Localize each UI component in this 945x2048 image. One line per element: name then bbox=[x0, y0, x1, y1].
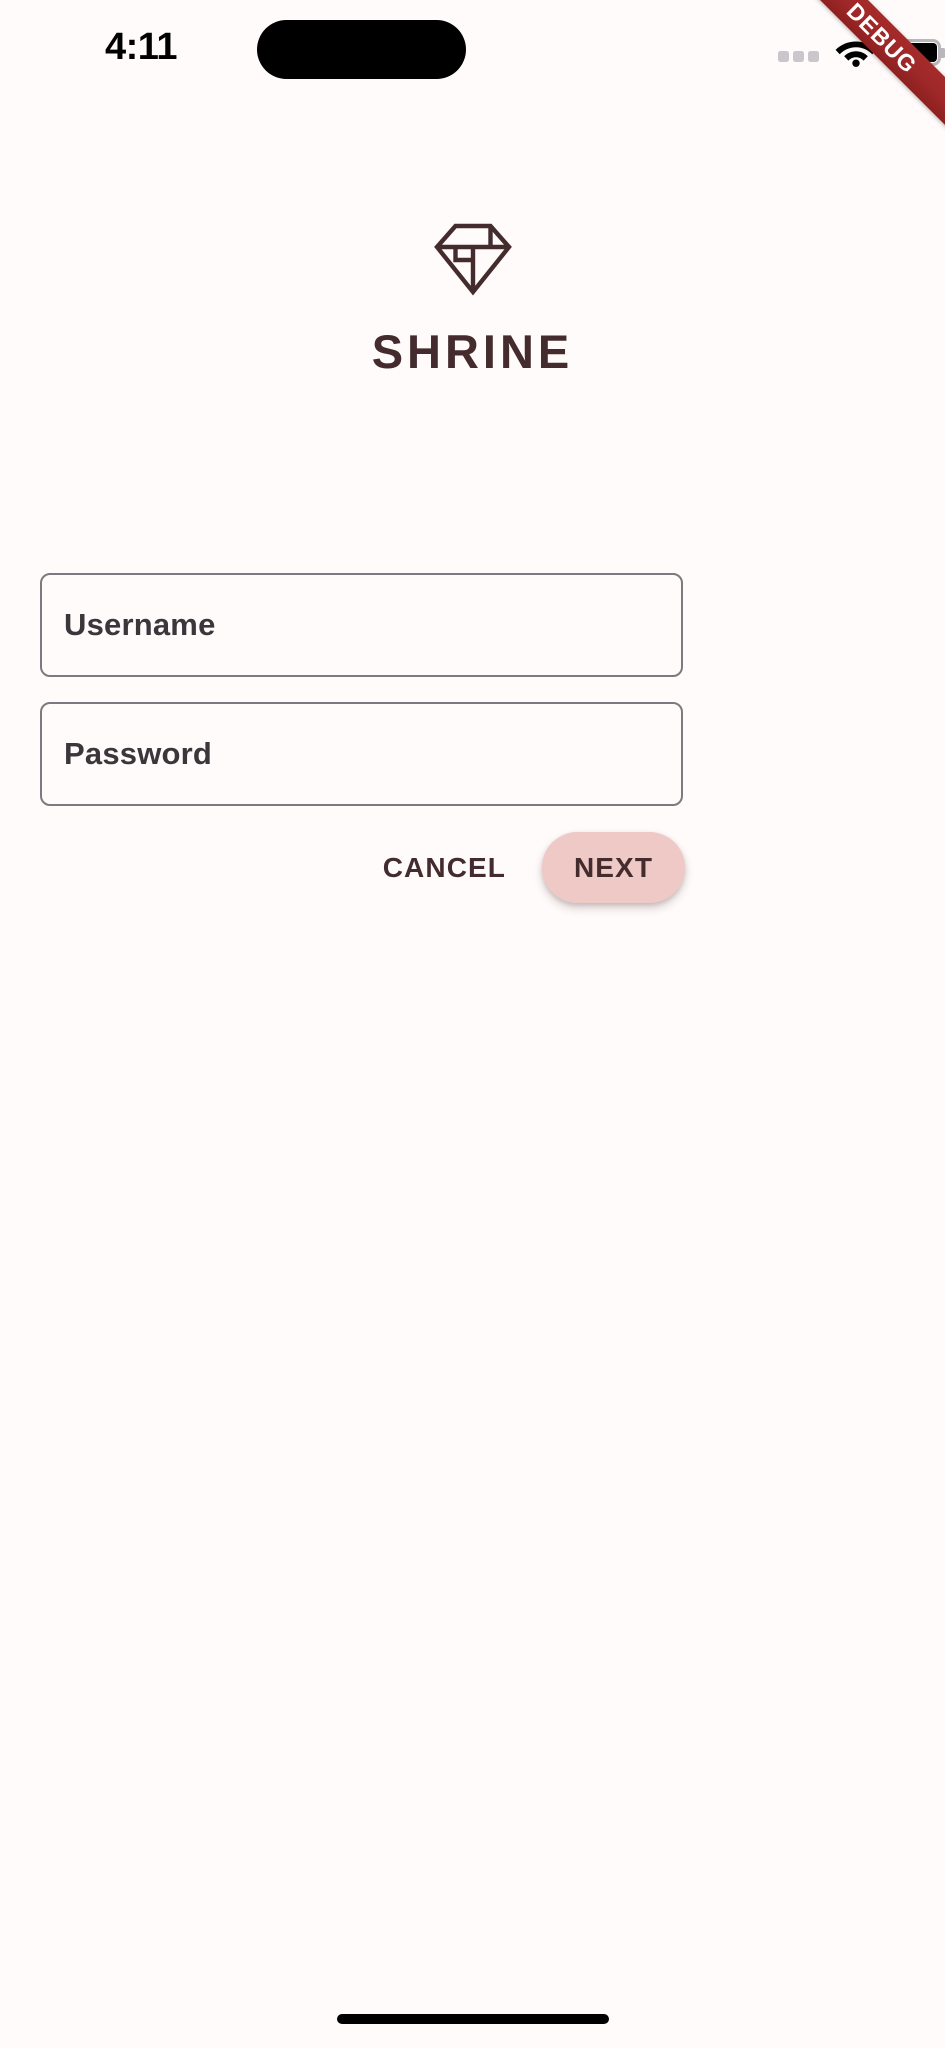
home-indicator[interactable] bbox=[336, 2014, 609, 2024]
shrine-diamond-logo bbox=[433, 222, 513, 296]
cancel-button[interactable]: CANCEL bbox=[373, 834, 516, 902]
status-bar: 4:11 bbox=[0, 0, 945, 100]
dynamic-island bbox=[257, 20, 466, 79]
app-screen: 4:11 DEBUG SHRINE Username Password CANC… bbox=[0, 0, 945, 2048]
app-title: SHRINE bbox=[371, 325, 574, 378]
password-input[interactable]: Password bbox=[40, 702, 683, 806]
brand-header: SHRINE bbox=[0, 222, 945, 375]
password-label: Password bbox=[64, 736, 213, 771]
next-button[interactable]: NEXT bbox=[542, 832, 685, 903]
cellular-dots-icon bbox=[778, 40, 819, 64]
username-input[interactable]: Username bbox=[40, 573, 683, 677]
form-actions: CANCEL NEXT bbox=[40, 832, 685, 903]
username-label: Username bbox=[64, 607, 216, 642]
login-form: Username Password CANCEL NEXT bbox=[40, 573, 905, 903]
status-bar-time: 4:11 bbox=[105, 26, 177, 68]
